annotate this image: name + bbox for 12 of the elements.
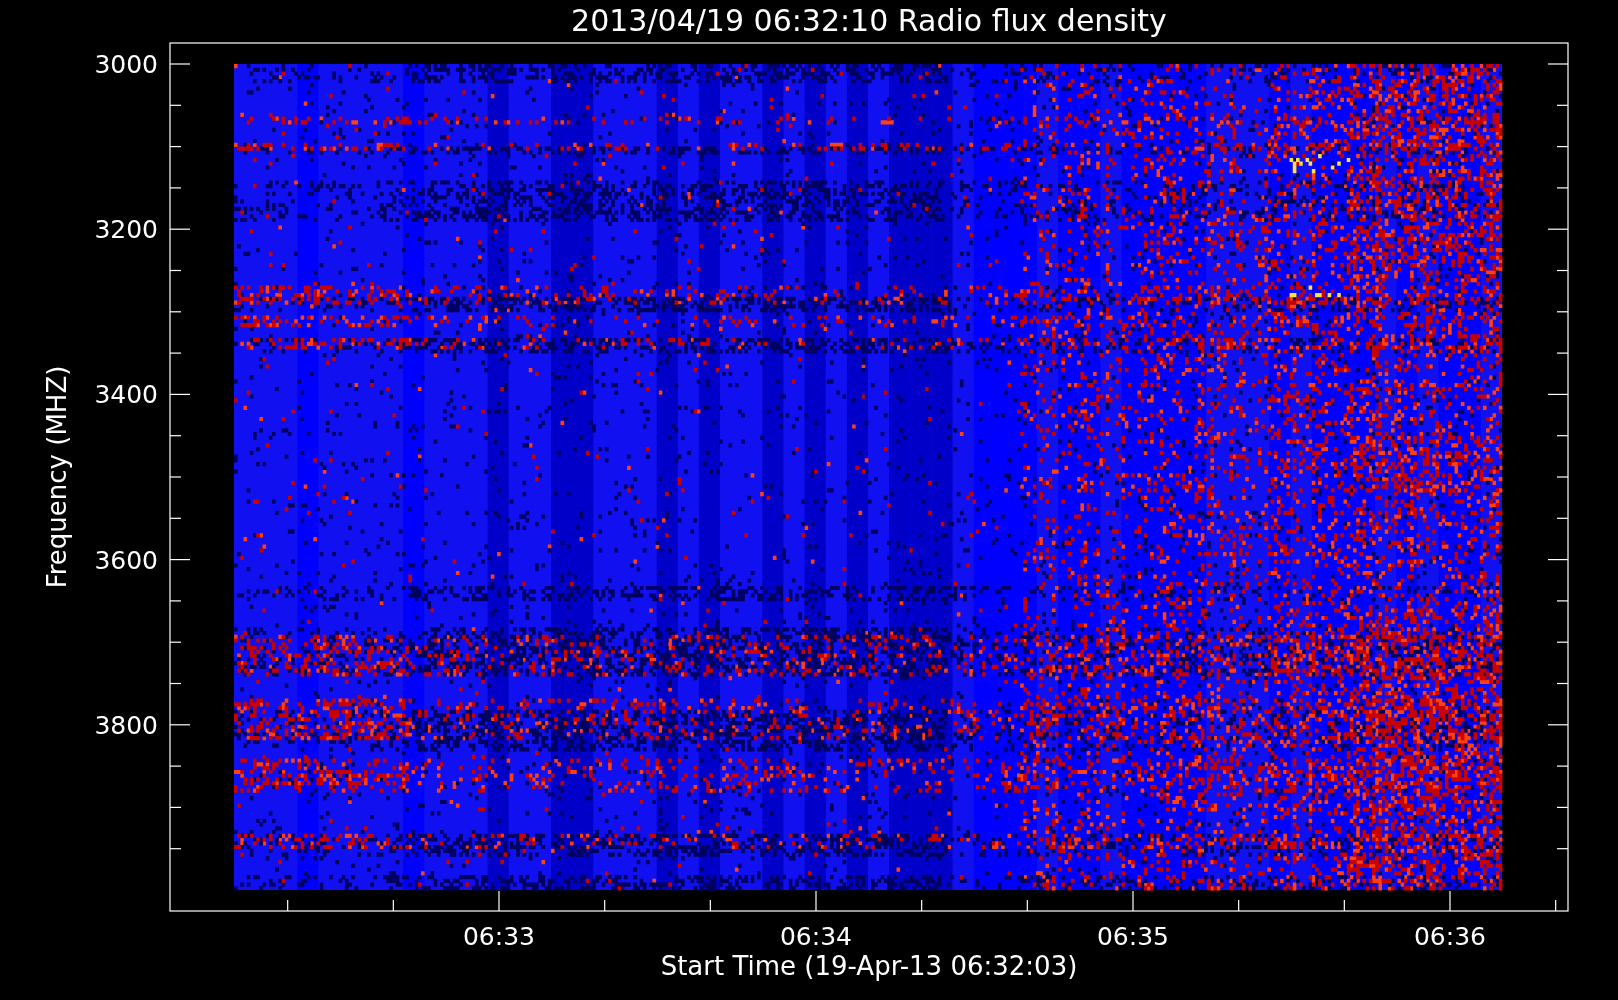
tick-label: 06:33 [463, 922, 535, 951]
tick-label: 3400 [94, 380, 158, 410]
plot-title: 2013/04/19 06:32:10 Radio flux density [571, 3, 1167, 38]
tick-label: 3200 [94, 215, 158, 245]
axis-label: Frequency (MHZ) [42, 365, 72, 589]
tick-label: 3000 [94, 50, 158, 79]
tick-label: 3800 [94, 710, 158, 740]
tick-label: 06:35 [1097, 922, 1169, 951]
tick-label: 06:36 [1414, 922, 1486, 951]
tick-label: 06:34 [780, 922, 852, 951]
axis-label: Start Time (19-Apr-13 06:32:03) [660, 951, 1078, 981]
tick-label: 3600 [94, 545, 158, 575]
